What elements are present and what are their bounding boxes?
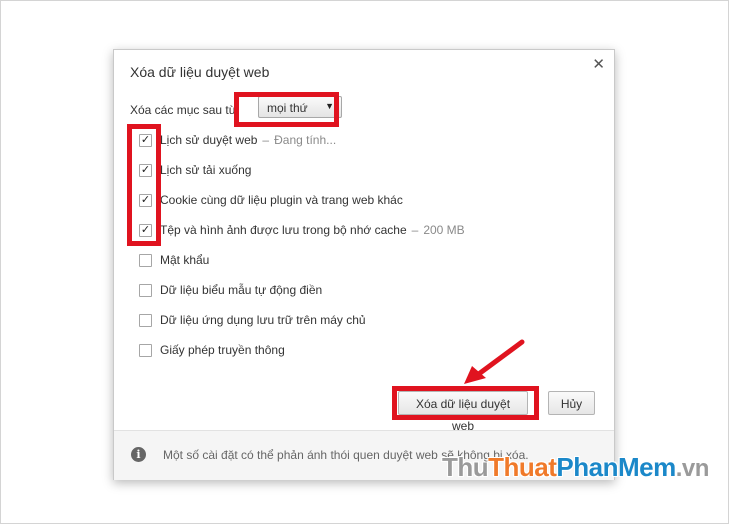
highlight-time-range [234, 92, 339, 127]
item-cache[interactable]: ✓ Tệp và hình ảnh được lưu trong bộ nhớ … [139, 223, 559, 240]
checkbox-media-licenses[interactable] [139, 344, 152, 357]
item-browsing-history[interactable]: ✓ Lịch sử duyệt web – Đang tính... [139, 133, 559, 150]
watermark-logo: ThuThuatPhanMem.vn [442, 452, 709, 483]
checkbox-hosted-app-data[interactable] [139, 314, 152, 327]
item-passwords[interactable]: Mật khẩu [139, 253, 559, 270]
label-hosted-app-data: Dữ liệu ứng dụng lưu trữ trên máy chủ [160, 313, 366, 327]
watermark-part-4: .vn [675, 455, 710, 482]
item-hosted-app-data[interactable]: Dữ liệu ứng dụng lưu trữ trên máy chủ [139, 313, 559, 330]
watermark-part-3: PhanMem [556, 452, 676, 482]
info-icon: i [131, 447, 146, 462]
label-passwords: Mật khẩu [160, 253, 210, 267]
annotation-arrow-icon [464, 339, 525, 384]
highlight-clear-button [392, 386, 539, 420]
watermark-part-2: Thuat [488, 452, 557, 482]
label-browsing-history: Lịch sử duyệt web [160, 133, 258, 147]
item-autofill[interactable]: Dữ liệu biểu mẫu tự động điền [139, 283, 559, 300]
label-autofill: Dữ liệu biểu mẫu tự động điền [160, 283, 323, 297]
item-download-history[interactable]: ✓ Lịch sử tải xuống [139, 163, 559, 180]
highlight-checkboxes [127, 124, 161, 246]
clear-browsing-data-dialog: Xóa dữ liệu duyệt web ✕ Xóa các mục sau … [113, 49, 615, 480]
label-download-history: Lịch sử tải xuống [160, 163, 252, 177]
dialog-title: Xóa dữ liệu duyệt web [130, 64, 270, 80]
checkbox-passwords[interactable] [139, 254, 152, 267]
label-cache: Tệp và hình ảnh được lưu trong bộ nhớ ca… [160, 223, 407, 237]
close-icon[interactable]: ✕ [592, 57, 605, 72]
item-cookies[interactable]: ✓ Cookie cùng dữ liệu plugin và trang we… [139, 193, 559, 210]
time-range-label: Xóa các mục sau từ: [130, 103, 241, 117]
label-cookies: Cookie cùng dữ liệu plugin và trang web … [160, 193, 403, 207]
cancel-button[interactable]: Hủy [548, 391, 595, 415]
checkbox-autofill[interactable] [139, 284, 152, 297]
label-media-licenses: Giấy phép truyền thông [160, 343, 285, 357]
browsing-history-size: Đang tính... [274, 133, 337, 147]
cache-size: 200 MB [423, 223, 465, 237]
watermark-part-1: Thu [442, 452, 489, 482]
